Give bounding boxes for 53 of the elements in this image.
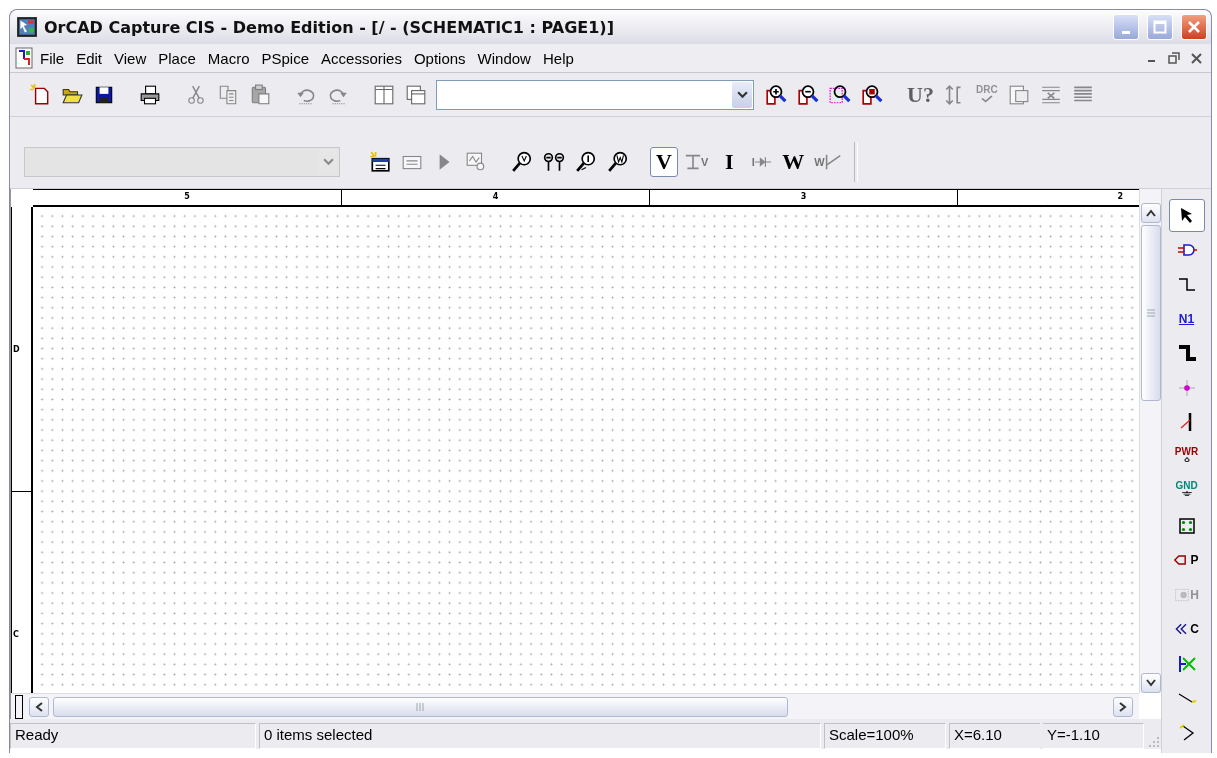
power-symbol-button[interactable]: PWR: [1168, 440, 1205, 473]
menu-item[interactable]: File: [34, 49, 71, 67]
checkmark-icon: [979, 94, 994, 105]
minimize-icon: [1122, 30, 1130, 34]
scroll-thumb[interactable]: [1140, 225, 1161, 401]
marker-icon: [824, 153, 841, 170]
zoom-scale: Scale=100%: [824, 723, 946, 749]
ruler-label: 3: [800, 192, 807, 203]
ruler-label: C: [13, 629, 19, 639]
maximize-icon: [1153, 20, 1167, 34]
app-icon: [16, 16, 38, 38]
y-coordinate: Y=-1.10: [1043, 723, 1144, 749]
menu-item[interactable]: PSpice: [255, 49, 316, 67]
scroll-thumb[interactable]: [53, 696, 788, 717]
scroll-right-icon[interactable]: [1113, 696, 1133, 717]
menu-item[interactable]: Window: [471, 49, 537, 67]
menu-item[interactable]: Macro: [201, 49, 256, 67]
letter-button[interactable]: W: [779, 146, 808, 177]
letter-button[interactable]: V: [650, 146, 678, 177]
hatched-box-icon: [1174, 586, 1191, 603]
horizontal-scrollbar[interactable]: [11, 693, 1139, 719]
menu-item[interactable]: Options: [407, 49, 472, 67]
resize-grip-icon[interactable]: [1147, 735, 1161, 749]
menu-item[interactable]: Edit: [70, 49, 109, 67]
window-title: OrCAD Capture CIS - Demo Edition - [/ - (SCHEMATIC1 : PAGE1)]: [44, 17, 615, 37]
menu-item[interactable]: Help: [536, 49, 580, 67]
arrow-pointer-icon[interactable]: [1168, 199, 1205, 232]
ruler-label: 5: [184, 192, 190, 203]
x-coordinate: X=6.10: [949, 723, 1040, 749]
menu-item[interactable]: Place: [152, 49, 202, 67]
selection-count: 0 items selected: [259, 723, 821, 749]
net-alias-button[interactable]: N1: [1168, 302, 1205, 335]
dropdown-field[interactable]: [436, 79, 754, 110]
menu-item[interactable]: Accessories: [315, 49, 408, 67]
close-icon: [1187, 20, 1201, 34]
close-button[interactable]: [1181, 14, 1207, 40]
vertical-scrollbar[interactable]: [1139, 189, 1161, 693]
chevron-icon[interactable]: [732, 81, 752, 108]
ruler-label: 2: [1117, 192, 1123, 203]
status-text: Ready: [10, 723, 256, 749]
letter-button[interactable]: I: [715, 146, 744, 177]
split-handle[interactable]: [15, 694, 23, 719]
double-chevron-button[interactable]: C: [1168, 613, 1205, 646]
scroll-left-icon[interactable]: [29, 696, 49, 717]
menu-item[interactable]: View: [108, 49, 153, 67]
marker-icon: [685, 153, 701, 170]
ground-symbol-button[interactable]: GND: [1168, 475, 1205, 508]
port-tag-button[interactable]: P: [1168, 544, 1205, 577]
document-icon[interactable]: [14, 47, 34, 69]
scroll-up-icon[interactable]: [1140, 203, 1161, 223]
scroll-down-icon[interactable]: [1140, 673, 1161, 693]
ruler-label: 4: [492, 192, 499, 203]
ruler-label: D: [13, 344, 20, 354]
